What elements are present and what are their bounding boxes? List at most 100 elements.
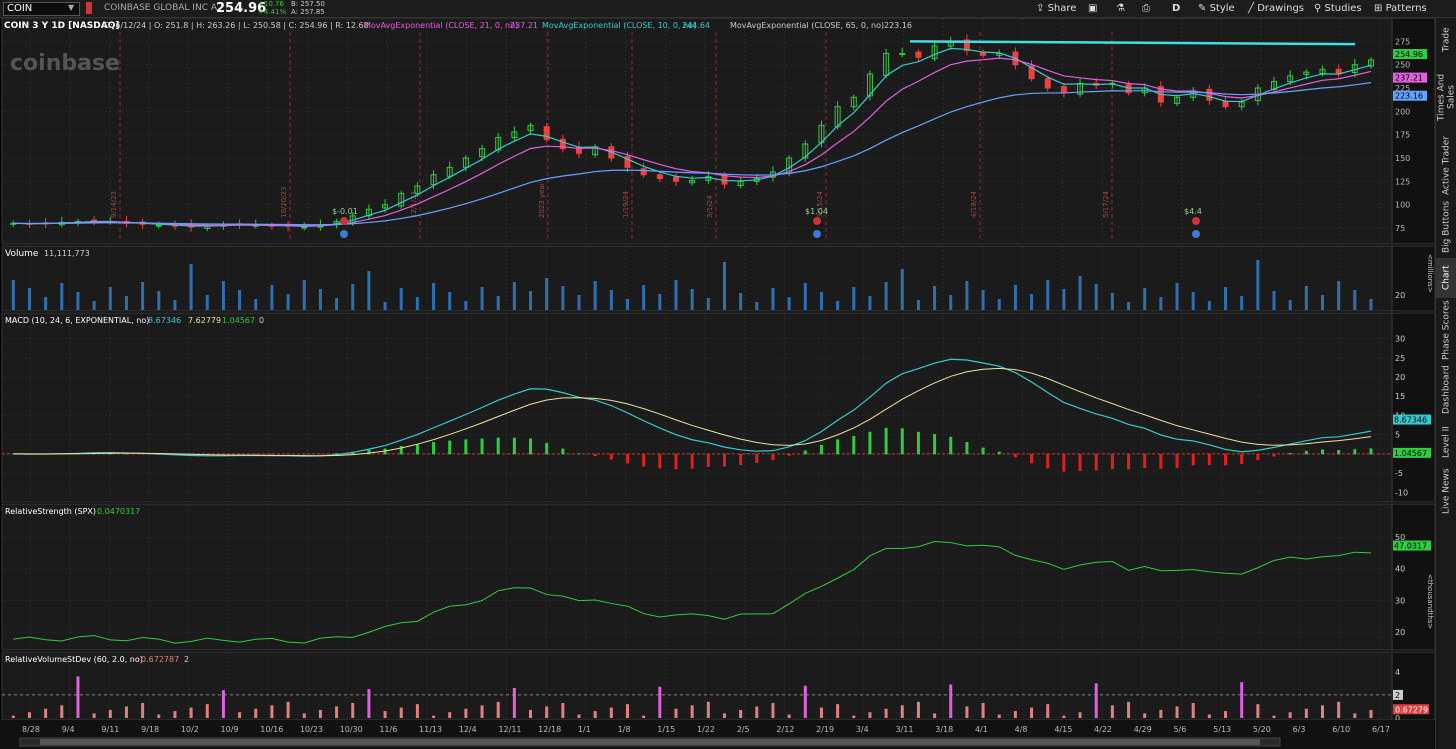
x-axis-label: 4/15 [1054,725,1072,734]
sidebar-tab-dashboard[interactable]: Dashboard [1436,362,1456,418]
flask-icon[interactable]: ⚗ [1116,2,1125,16]
top-toolbar: COIN ▼ COINBASE GLOBAL INC A 254.96 +10.… [0,0,1456,18]
sidebar-tab-phase-scores[interactable]: Phase Scores [1436,300,1456,360]
rv-bar [480,705,484,718]
save-icon[interactable]: ▣ [1088,2,1097,16]
macd-hist-bar [286,453,290,455]
macd-hist-bar [1353,449,1357,455]
volume-bar [690,289,694,310]
earnings-icon [813,230,821,238]
macd-hist-bar [593,453,597,457]
rv-bar [76,676,80,718]
drawings-button[interactable]: ╱ Drawings [1248,2,1304,16]
earnings-icon [1192,230,1200,238]
rv-bar [1224,711,1228,718]
rv-bar [141,702,145,718]
rv-bar [1062,715,1066,718]
volume-bar [254,299,258,310]
x-axis-label: 12/4 [459,725,477,734]
volume-bar [335,298,339,310]
volume-bar [173,300,177,310]
rv-bar [1272,715,1276,718]
rv-bar [739,709,743,718]
rs-unit: <thousandths> [1426,574,1434,629]
rv-bar [335,706,339,718]
sidebar-tab-trade[interactable]: Trade [1436,20,1456,60]
interval-button[interactable]: D [1172,2,1180,16]
volume-bar [722,262,726,310]
volume-bar [1013,285,1017,310]
macd-hist-bar [884,427,888,455]
chevron-down-icon[interactable]: ▼ [68,3,74,12]
price-axis-tick: 275 [1395,37,1410,46]
macd-hist-bar [1337,450,1341,455]
rv-bar [189,707,193,718]
volume-bar [706,298,710,310]
macd-hist-bar [1256,453,1260,461]
macd-hist-bar [1078,453,1082,472]
rv-bar [884,708,888,718]
rv-bar [367,689,371,718]
candle [640,168,647,176]
x-axis-label: 6/10 [1332,725,1350,734]
rv-bar [787,714,791,718]
candle [1222,101,1229,108]
link-icon[interactable] [86,2,92,14]
rv-title: RelativeVolumeStDev (60, 2.0, no) [5,655,143,664]
rv-bar [286,701,290,718]
macd-zero: 0 [259,316,264,325]
macd-hist-bar [722,453,726,467]
x-axis-label: 6/17 [1372,725,1390,734]
sidebar-tab-times-and-sales[interactable]: Times And Sales [1436,62,1456,132]
volume-bar [900,269,904,310]
volume-value: 11,111,773 [44,249,90,258]
volume-bar [221,281,225,310]
rv-bar [545,706,549,718]
macd-hist-bar [529,438,533,455]
rv-bar [819,707,823,718]
sidebar-tab-chart[interactable]: Chart [1436,258,1456,298]
macd-hist-bar [965,442,969,455]
dividend-icon [813,217,821,225]
chart-area[interactable]: 275250225200175150125100759/14/23 10/20/2… [0,18,1435,749]
rv-bar [690,705,694,718]
print-icon[interactable]: ⎙ [1142,2,1150,16]
x-axis-label: 1/1 [578,725,591,734]
volume-bar [399,288,403,310]
price-badge-label: 254.96 [1395,50,1423,59]
candle [915,51,922,58]
volume-bar [593,281,597,310]
panel-macd [1,312,1393,503]
volume-bar [383,302,387,310]
dividend-icon [340,217,348,225]
volume-bar [1207,301,1211,310]
rv-bar [302,713,306,718]
macd-axis-tick: -10 [1395,488,1408,497]
sidebar-tab-live-news[interactable]: Live News [1436,466,1456,516]
volume-bar [1191,292,1195,310]
macd-hist-bar [1030,453,1034,464]
sidebar-tab-level-ii[interactable]: Level II [1436,420,1456,464]
macd-hist-bar [642,453,646,467]
macd-badge-label: 8.67346 [1394,416,1427,425]
sidebar-tab-big-buttons[interactable]: Big Buttons [1436,198,1456,256]
bid-ask: B: 257.50 A: 257.85 [291,0,325,16]
patterns-button[interactable]: ⊞ Patterns [1374,2,1427,16]
candle [656,174,663,180]
scrollbar-thumb [40,739,1260,745]
macd-hist-bar [771,453,775,461]
studies-button[interactable]: ⚲ Studies [1314,2,1362,16]
macd-hist-bar [787,453,791,456]
macd-hist-bar [609,453,613,460]
x-axis-label: 6/3 [1293,725,1306,734]
macd-hist-bar [1240,453,1244,465]
rv-bar [593,711,597,718]
rv-bar [803,685,807,718]
sidebar-tab-active-trader[interactable]: Active Trader [1436,134,1456,196]
style-button[interactable]: ✎ Style [1198,2,1235,16]
rv-bar [949,684,953,718]
share-button[interactable]: ⇪ Share [1036,2,1076,16]
volume-bar [1353,290,1357,310]
volume-bar [577,295,581,310]
date-marker-label: 2023 year [538,182,546,218]
